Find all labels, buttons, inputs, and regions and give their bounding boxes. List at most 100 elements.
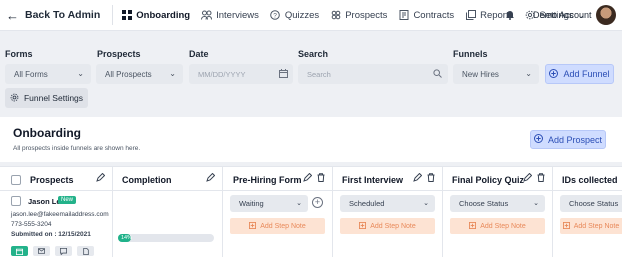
mail-icon[interactable]	[33, 246, 50, 256]
column-prospects: Prospects	[0, 167, 113, 192]
trash-icon[interactable]	[537, 173, 545, 184]
account-menu[interactable]: Demo Account ⌄	[533, 10, 602, 20]
column-label: IDs collected	[562, 174, 618, 185]
nav-onboarding-label: Onboarding	[136, 9, 191, 21]
column-pre-hiring-form: Pre-Hiring Form	[223, 167, 333, 192]
prospect-email: jason.lee@fakeemailaddress.com	[11, 211, 109, 218]
add-funnel-button[interactable]: Add Funnel	[545, 64, 614, 84]
nav-quizzes-label: Quizzes	[284, 9, 320, 21]
search-icon	[433, 69, 442, 80]
document-icon[interactable]	[77, 246, 94, 256]
grid-icon	[121, 10, 132, 21]
progress-label: 14%	[121, 235, 133, 241]
column-completion: Completion	[113, 167, 223, 192]
svg-text:?: ?	[274, 12, 278, 19]
status-select-pre-hiring-form[interactable]: Waiting ⌄	[230, 195, 308, 212]
date-label: Date	[189, 49, 209, 59]
date-placeholder: MM/DD/YYYY	[198, 69, 246, 79]
avatar[interactable]	[596, 5, 616, 25]
add-prospect-button[interactable]: Add Prospect	[530, 130, 606, 149]
prospects-label: Prospects	[97, 49, 141, 59]
row-checkbox[interactable]	[11, 196, 21, 206]
message-icon[interactable]	[55, 246, 72, 256]
bell-icon[interactable]	[505, 9, 515, 20]
funnels-select[interactable]: New Hires ⌄	[453, 64, 539, 84]
calendar-icon[interactable]	[11, 246, 28, 256]
back-label: Back To Admin	[25, 9, 101, 21]
add-step-note-label: Add Step Note	[260, 222, 306, 230]
row-actions	[11, 246, 94, 256]
add-step-note-button[interactable]: Add Step Note	[450, 218, 545, 234]
prospects-select[interactable]: All Prospects ⌄	[96, 64, 183, 84]
note-icon	[469, 221, 477, 231]
column-label: Pre-Hiring Form	[233, 174, 302, 185]
top-nav: ← Back To Admin Onboarding Interviews ? …	[0, 0, 622, 31]
calendar-icon	[279, 69, 288, 80]
arrow-left-icon: ←	[6, 7, 19, 23]
column-final-policy-quiz: Final Policy Quiz	[443, 167, 553, 192]
nav-quizzes[interactable]: ? Quizzes	[270, 10, 319, 21]
add-step-icon[interactable]: +	[312, 197, 323, 208]
chevron-down-icon: ⌄	[533, 200, 539, 207]
add-step-note-button[interactable]: Add Step Note	[560, 218, 622, 234]
pencil-icon[interactable]	[303, 172, 313, 184]
pencil-icon[interactable]	[206, 172, 216, 184]
note-icon	[249, 221, 257, 231]
plus-circle-icon	[533, 134, 543, 145]
pencil-icon[interactable]	[413, 172, 423, 184]
note-icon	[562, 221, 570, 231]
nav-prospects-label: Prospects	[345, 9, 388, 21]
pencil-icon[interactable]	[96, 172, 106, 184]
divider	[112, 5, 114, 25]
nav-interviews[interactable]: Interviews	[201, 10, 259, 21]
prospects-select-value: All Prospects	[105, 69, 152, 79]
trash-icon[interactable]	[427, 173, 435, 184]
pencil-icon[interactable]	[523, 172, 533, 184]
select-all-checkbox[interactable]	[11, 174, 21, 185]
search-input[interactable]: Search	[298, 64, 448, 84]
status-select-ids-collected[interactable]: Choose Status	[560, 195, 622, 212]
prospect-phone: 773-555-3204	[11, 221, 52, 228]
back-button[interactable]: ← Back To Admin	[6, 8, 100, 23]
status-select-final-policy-quiz[interactable]: Choose Status ⌄	[450, 195, 545, 212]
add-funnel-label: Add Funnel	[563, 69, 610, 79]
page-subtitle: All prospects inside funnels are shown h…	[13, 145, 141, 152]
status-select-first-interview[interactable]: Scheduled ⌄	[340, 195, 435, 212]
users-icon	[201, 10, 213, 21]
forms-select-value: All Forms	[14, 69, 48, 79]
nav-onboarding[interactable]: Onboarding	[121, 10, 190, 21]
column-label: Final Policy Quiz	[452, 174, 525, 185]
nav-contracts-label: Contracts	[413, 9, 455, 21]
account-label: Demo Account	[533, 10, 592, 20]
forms-label: Forms	[5, 49, 33, 59]
chevron-down-icon: ⌄	[296, 200, 302, 207]
funnel-settings-button[interactable]: Funnel Settings	[5, 88, 88, 108]
chevron-down-icon: ⌄	[77, 69, 84, 78]
add-step-note-label: Add Step Note	[480, 222, 526, 230]
question-icon: ?	[270, 10, 281, 21]
trash-icon[interactable]	[317, 173, 325, 184]
status-value: Waiting	[239, 199, 264, 208]
funnels-select-value: New Hires	[462, 69, 499, 79]
page-title: Onboarding	[13, 126, 81, 140]
column-first-interview: First Interview	[333, 167, 443, 192]
add-prospect-label: Add Prospect	[547, 134, 603, 145]
add-step-note-button[interactable]: Add Step Note	[340, 218, 435, 234]
nav-interviews-label: Interviews	[216, 9, 259, 21]
status-value: Choose Status	[569, 199, 619, 208]
status-value: Scheduled	[349, 199, 385, 208]
chevron-down-icon: ⌄	[169, 69, 176, 78]
nav-prospects[interactable]: Prospects	[330, 10, 387, 21]
column-ids-collected: IDs collected	[553, 167, 622, 192]
chevron-down-icon: ⌄	[525, 69, 532, 78]
status-value: Choose Status	[459, 199, 509, 208]
table-header: Prospects Completion Pre-Hiring Form Fir…	[0, 166, 622, 192]
date-input[interactable]: MM/DD/YYYY	[189, 64, 293, 84]
nav-contracts[interactable]: Contracts	[398, 10, 454, 21]
column-label: Completion	[122, 174, 172, 185]
add-step-note-button[interactable]: Add Step Note	[230, 218, 325, 234]
onboarding-panel: Onboarding All prospects inside funnels …	[0, 117, 622, 162]
column-label: Prospects	[30, 174, 74, 185]
forms-select[interactable]: All Forms ⌄	[5, 64, 91, 84]
column-label: First Interview	[342, 174, 404, 185]
